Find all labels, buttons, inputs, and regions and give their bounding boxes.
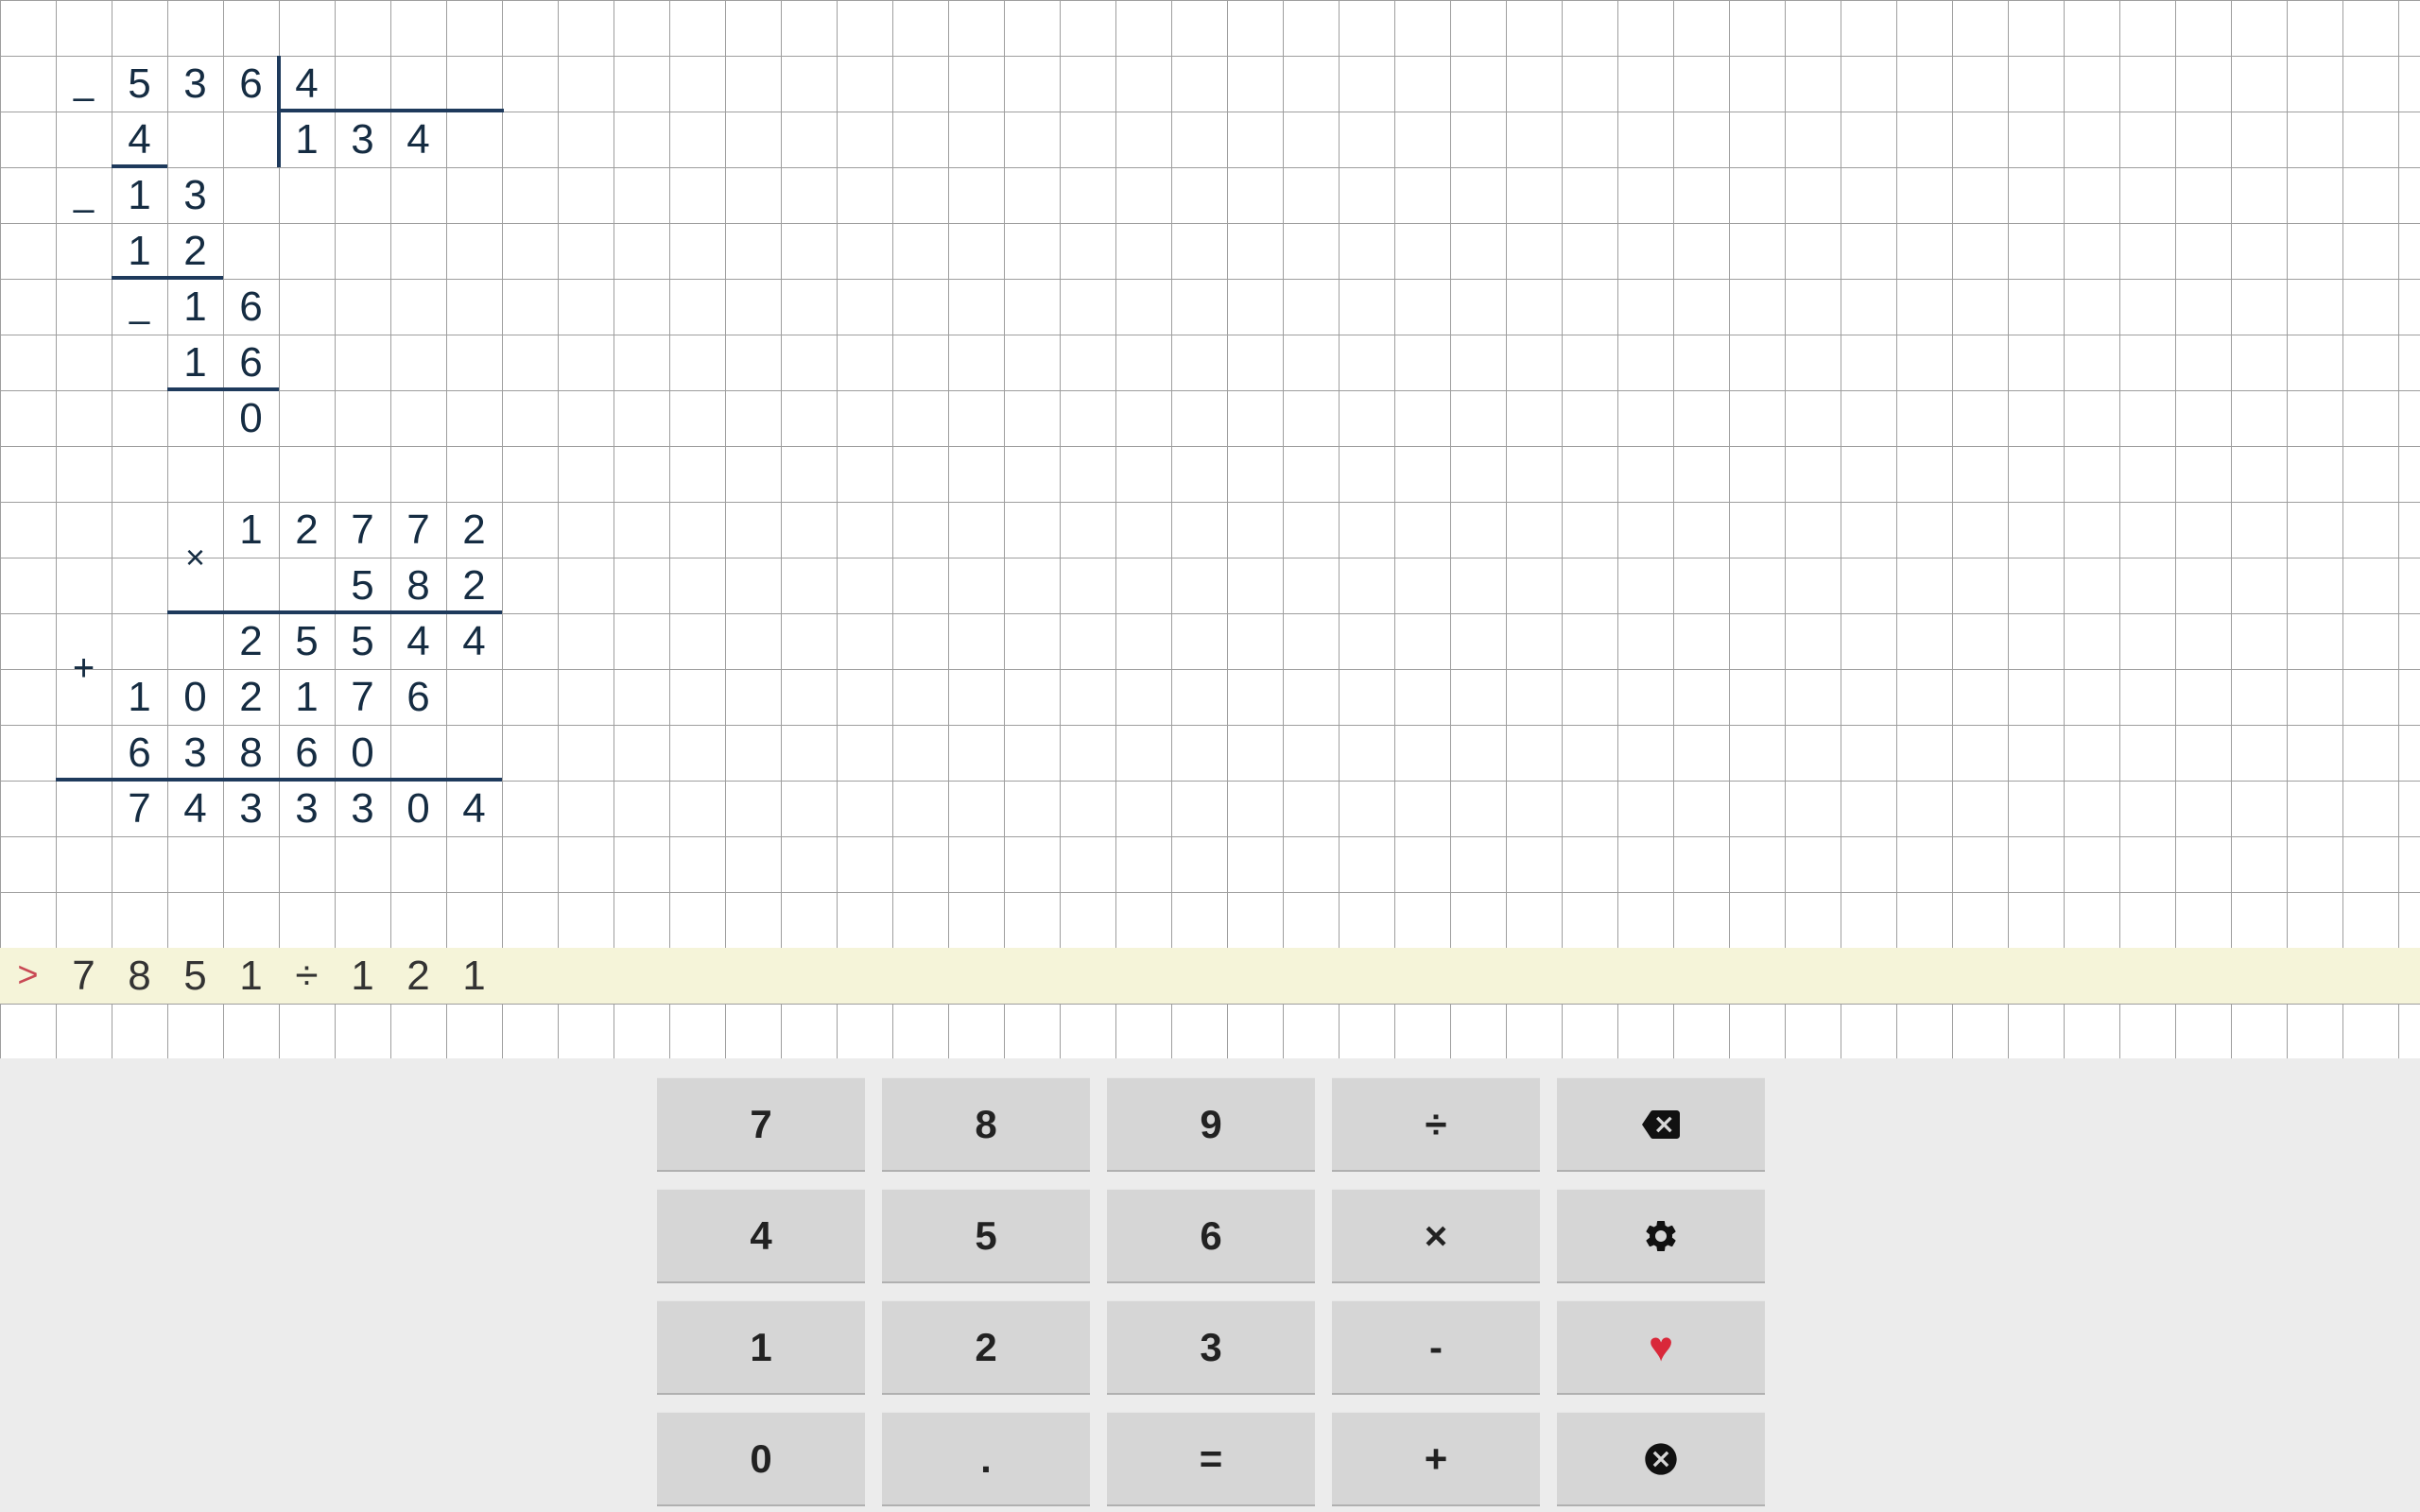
minus-sign: – bbox=[56, 181, 112, 237]
input-char[interactable]: ÷ bbox=[279, 948, 335, 1004]
key-7[interactable]: 7 bbox=[657, 1077, 865, 1172]
product-digit: 3 bbox=[335, 781, 390, 836]
partial-digit: 1 bbox=[112, 669, 167, 725]
partial-digit: 0 bbox=[167, 669, 223, 725]
input-char[interactable]: 8 bbox=[112, 948, 167, 1004]
input-char[interactable]: 1 bbox=[335, 948, 390, 1004]
input-char[interactable]: 1 bbox=[446, 948, 502, 1004]
multiplicand-digit: 2 bbox=[279, 502, 335, 558]
partial-digit: 8 bbox=[223, 725, 279, 781]
key-backspace[interactable] bbox=[1557, 1077, 1765, 1172]
key-clear[interactable] bbox=[1557, 1412, 1765, 1506]
key-4[interactable]: 4 bbox=[657, 1189, 865, 1283]
times-sign: × bbox=[167, 529, 223, 585]
partial-digit: 4 bbox=[446, 613, 502, 669]
keypad-area: 7 8 9 ÷ 4 5 6 × 1 2 3 - ♥ 0 . = + bbox=[0, 1058, 2420, 1512]
multiplicand-digit: 7 bbox=[335, 502, 390, 558]
gear-icon bbox=[1642, 1217, 1680, 1255]
rem-digit: 0 bbox=[223, 390, 279, 446]
key-equals[interactable]: = bbox=[1107, 1412, 1315, 1506]
key-decimal[interactable]: . bbox=[882, 1412, 1090, 1506]
input-char[interactable]: 5 bbox=[167, 948, 223, 1004]
rem-digit: 3 bbox=[167, 167, 223, 223]
multiplicand-digit: 7 bbox=[390, 502, 446, 558]
multiplicand-digit: 2 bbox=[446, 502, 502, 558]
multiplier-digit: 2 bbox=[446, 558, 502, 613]
product-digit: 7 bbox=[112, 781, 167, 836]
product-digit: 4 bbox=[167, 781, 223, 836]
multiplier-digit: 5 bbox=[335, 558, 390, 613]
rem-digit: 1 bbox=[112, 167, 167, 223]
dividend-digit: 3 bbox=[167, 56, 223, 112]
rem-digit: 1 bbox=[167, 279, 223, 335]
minus-sign: – bbox=[112, 293, 167, 349]
key-1[interactable]: 1 bbox=[657, 1300, 865, 1395]
partial-digit: 6 bbox=[390, 669, 446, 725]
quotient-digit: 3 bbox=[335, 112, 390, 167]
quotient-digit: 1 bbox=[279, 112, 335, 167]
sub-digit: 4 bbox=[112, 112, 167, 167]
key-multiply[interactable]: × bbox=[1332, 1189, 1540, 1283]
prompt-caret: > bbox=[0, 948, 56, 1004]
product-digit: 4 bbox=[446, 781, 502, 836]
sub-digit: 2 bbox=[167, 223, 223, 279]
key-3[interactable]: 3 bbox=[1107, 1300, 1315, 1395]
product-digit: 0 bbox=[390, 781, 446, 836]
sub-digit: 1 bbox=[112, 223, 167, 279]
key-favorite[interactable]: ♥ bbox=[1557, 1300, 1765, 1395]
multiplier-digit: 8 bbox=[390, 558, 446, 613]
key-8[interactable]: 8 bbox=[882, 1077, 1090, 1172]
sub-digit: 1 bbox=[167, 335, 223, 390]
input-char[interactable]: 2 bbox=[390, 948, 446, 1004]
dividend-digit: 5 bbox=[112, 56, 167, 112]
partial-digit: 2 bbox=[223, 669, 279, 725]
quotient-digit: 4 bbox=[390, 112, 446, 167]
key-settings[interactable] bbox=[1557, 1189, 1765, 1283]
key-plus[interactable]: + bbox=[1332, 1412, 1540, 1506]
keypad: 7 8 9 ÷ 4 5 6 × 1 2 3 - ♥ 0 . = + bbox=[657, 1077, 1765, 1506]
key-divide[interactable]: ÷ bbox=[1332, 1077, 1540, 1172]
partial-digit: 5 bbox=[279, 613, 335, 669]
heart-icon: ♥ bbox=[1649, 1324, 1673, 1371]
key-2[interactable]: 2 bbox=[882, 1300, 1090, 1395]
input-char[interactable]: 1 bbox=[223, 948, 279, 1004]
key-5[interactable]: 5 bbox=[882, 1189, 1090, 1283]
partial-digit: 6 bbox=[112, 725, 167, 781]
backspace-icon bbox=[1642, 1106, 1680, 1143]
partial-digit: 1 bbox=[279, 669, 335, 725]
partial-digit: 2 bbox=[223, 613, 279, 669]
sub-digit: 6 bbox=[223, 335, 279, 390]
product-digit: 3 bbox=[279, 781, 335, 836]
key-0[interactable]: 0 bbox=[657, 1412, 865, 1506]
partial-digit: 4 bbox=[390, 613, 446, 669]
key-6[interactable]: 6 bbox=[1107, 1189, 1315, 1283]
divisor-digit: 4 bbox=[279, 56, 335, 112]
partial-digit: 5 bbox=[335, 613, 390, 669]
multiplicand-digit: 1 bbox=[223, 502, 279, 558]
key-9[interactable]: 9 bbox=[1107, 1077, 1315, 1172]
partial-digit: 7 bbox=[335, 669, 390, 725]
rem-digit: 6 bbox=[223, 279, 279, 335]
product-digit: 3 bbox=[223, 781, 279, 836]
dividend-digit: 6 bbox=[223, 56, 279, 112]
partial-digit: 0 bbox=[335, 725, 390, 781]
math-workspace: – 5 3 6 4 1 3 4 4 – 1 3 1 2 – 1 6 1 6 0 … bbox=[0, 0, 2420, 1058]
partial-digit: 3 bbox=[167, 725, 223, 781]
key-minus[interactable]: - bbox=[1332, 1300, 1540, 1395]
input-char[interactable]: 7 bbox=[56, 948, 112, 1004]
minus-sign: – bbox=[56, 70, 112, 126]
plus-sign: + bbox=[56, 641, 112, 696]
close-circle-icon bbox=[1642, 1440, 1680, 1478]
partial-digit: 6 bbox=[279, 725, 335, 781]
